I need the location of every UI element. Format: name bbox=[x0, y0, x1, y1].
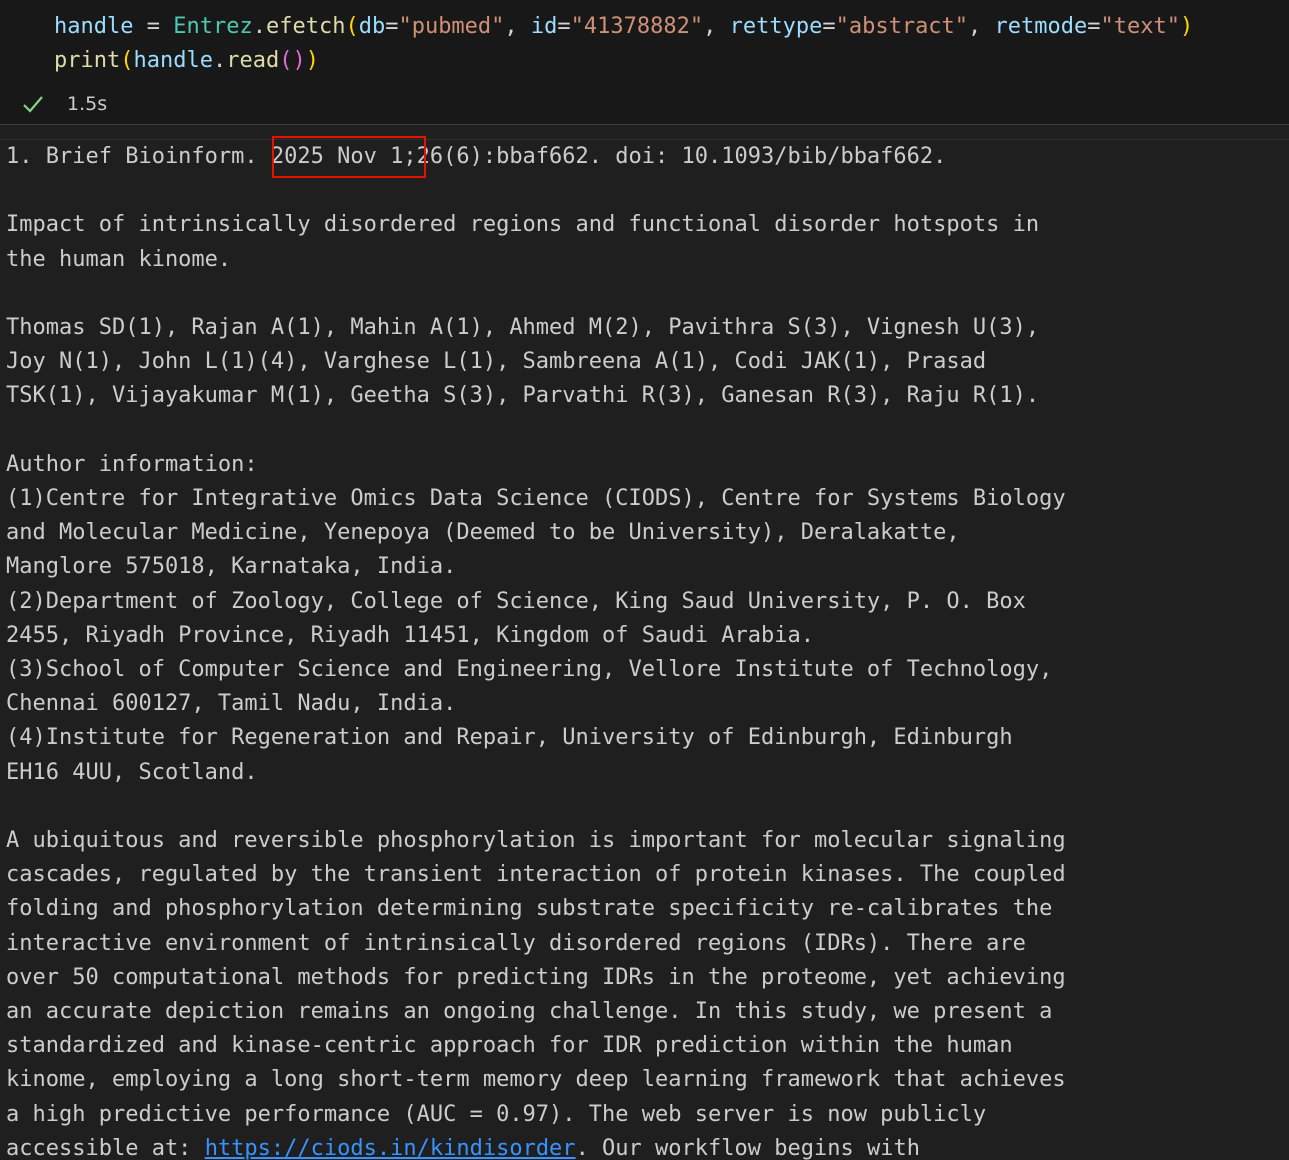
output-line: EH16 4UU, Scotland. bbox=[6, 759, 258, 785]
code-token: db bbox=[358, 14, 386, 39]
code-token: . bbox=[252, 14, 266, 39]
code-token: = bbox=[385, 14, 399, 39]
code-line-1[interactable]: handle = Entrez.efetch(db="pubmed", id="… bbox=[54, 10, 1193, 44]
code-token: ) bbox=[1180, 14, 1194, 39]
output-line: a high predictive performance (AUC = 0.9… bbox=[6, 1101, 987, 1127]
code-token: rettype bbox=[729, 14, 823, 39]
output-line: cascades, regulated by the transient int… bbox=[6, 862, 1066, 888]
code-token: = bbox=[822, 14, 836, 39]
code-token: read bbox=[226, 48, 280, 73]
output-line: TSK(1), Vijayakumar M(1), Geetha S(3), P… bbox=[6, 383, 1040, 409]
cell-divider bbox=[0, 124, 1289, 125]
output-text: . Our workflow begins with bbox=[575, 1135, 920, 1160]
output-line: (3)School of Computer Science and Engine… bbox=[6, 657, 1053, 682]
output-line: (4)Institute for Regeneration and Repair… bbox=[6, 725, 1013, 751]
output-line: A ubiquitous and reversible phosphorylat… bbox=[6, 828, 1066, 853]
code-token: retmode bbox=[994, 14, 1088, 39]
output-line: Impact of intrinsically disordered regio… bbox=[6, 212, 1040, 238]
execution-time: 1.5s bbox=[67, 93, 108, 115]
code-token: "41378882" bbox=[570, 14, 704, 39]
output-line: standardized and kinase-centric approach… bbox=[6, 1033, 1013, 1059]
code-token: "abstract" bbox=[835, 14, 969, 39]
code-token: "text" bbox=[1100, 14, 1180, 39]
output-line: folding and phosphorylation determining … bbox=[6, 896, 1053, 922]
code-cell[interactable]: handle = Entrez.efetch(db="pubmed", id="… bbox=[0, 0, 1289, 124]
code-token: , bbox=[968, 14, 995, 39]
code-line-2[interactable]: print(handle.read()) bbox=[54, 44, 319, 78]
code-token: handle bbox=[133, 48, 213, 73]
output-line: 2455, Riyadh Province, Riyadh 11451, Kin… bbox=[6, 622, 814, 648]
output-line: over 50 computational methods for predic… bbox=[6, 964, 1066, 990]
code-token: ( bbox=[120, 48, 134, 73]
output-line: kinome, employing a long short-term memo… bbox=[6, 1067, 1066, 1093]
output-text: accessible at: bbox=[6, 1135, 205, 1160]
code-token: handle bbox=[54, 14, 134, 39]
code-token: Entrez bbox=[173, 14, 253, 39]
output-line: interactive environment of intrinsically… bbox=[6, 930, 1026, 956]
code-token: id bbox=[530, 14, 558, 39]
output-line: 1. Brief Bioinform. 2025 Nov 1;26(6):bba… bbox=[6, 144, 947, 169]
check-icon bbox=[23, 96, 43, 113]
code-token: ( bbox=[345, 14, 359, 39]
code-token: () bbox=[279, 48, 306, 73]
code-token: ) bbox=[305, 48, 319, 73]
code-token: = bbox=[557, 14, 571, 39]
code-token: . bbox=[212, 48, 227, 73]
output-line: (2)Department of Zoology, College of Sci… bbox=[6, 588, 1026, 614]
output-line: (1)Centre for Integrative Omics Data Sci… bbox=[6, 486, 1066, 511]
output-line: Chennai 600127, Tamil Nadu, India. bbox=[6, 691, 457, 717]
code-token: = bbox=[133, 14, 174, 39]
code-token: , bbox=[504, 14, 531, 39]
output-line: the human kinome. bbox=[6, 246, 232, 272]
output-line: accessible at: https://ciods.in/kindisor… bbox=[6, 1132, 920, 1160]
code-token: print bbox=[54, 48, 121, 73]
output-line: and Molecular Medicine, Yenepoya (Deemed… bbox=[6, 520, 960, 546]
output-line: Manglore 575018, Karnataka, India. bbox=[6, 554, 457, 580]
output-line: Thomas SD(1), Rajan A(1), Mahin A(1), Ah… bbox=[6, 315, 1040, 340]
code-token: , bbox=[703, 14, 730, 39]
cell-output[interactable]: 1. Brief Bioinform. 2025 Nov 1;26(6):bba… bbox=[0, 140, 1289, 1160]
output-line: an accurate depiction remains an ongoing… bbox=[6, 999, 1053, 1024]
output-line: Author information: bbox=[6, 451, 258, 477]
code-token: efetch bbox=[265, 14, 346, 39]
kindisorder-link[interactable]: https://ciods.in/kindisorder bbox=[205, 1136, 576, 1160]
code-token: "pubmed" bbox=[398, 14, 505, 39]
execution-status: 1.5s bbox=[0, 86, 400, 122]
code-token: = bbox=[1087, 14, 1101, 39]
output-line: Joy N(1), John L(1)(4), Varghese L(1), S… bbox=[6, 349, 987, 375]
